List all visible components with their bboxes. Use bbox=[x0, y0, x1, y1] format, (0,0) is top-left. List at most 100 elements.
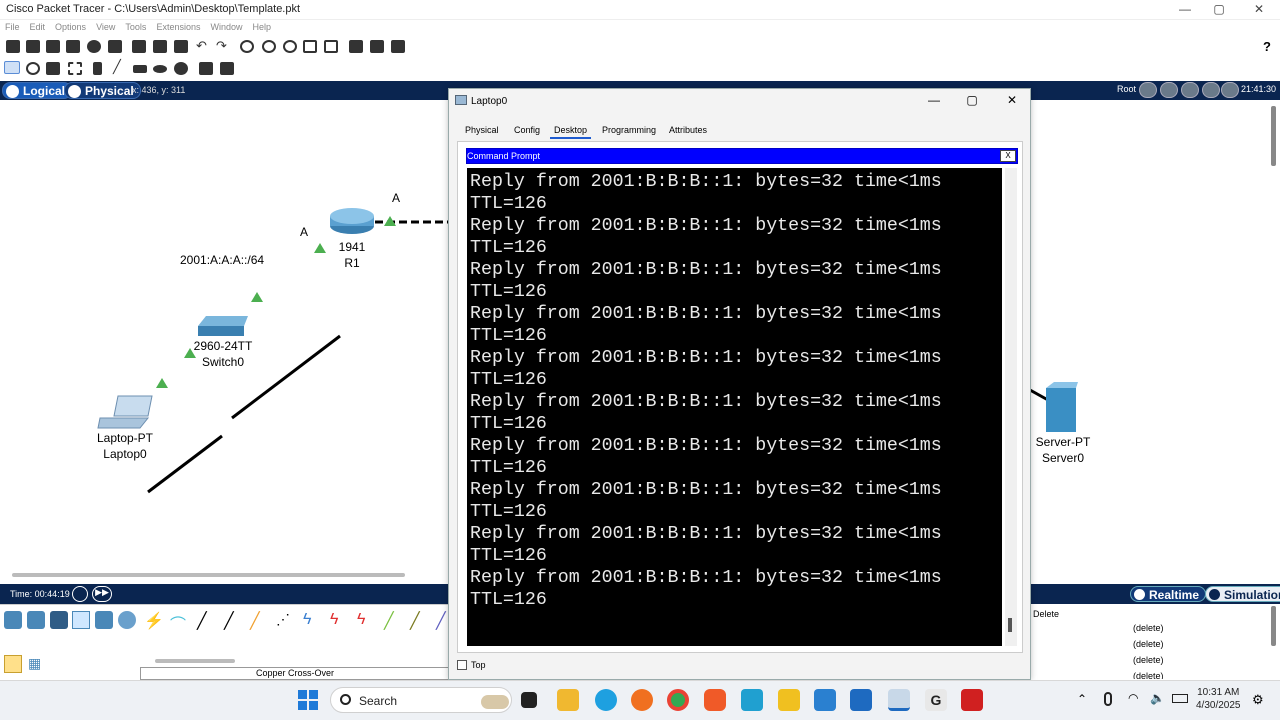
microphone-icon[interactable] bbox=[1104, 692, 1112, 706]
select-icon[interactable] bbox=[4, 61, 20, 74]
menu-window[interactable]: Window bbox=[205, 20, 247, 32]
recorder-icon[interactable] bbox=[961, 689, 983, 711]
draw-ellipse-icon[interactable] bbox=[153, 65, 167, 73]
event-delete-link[interactable]: (delete) bbox=[1133, 655, 1164, 665]
edge-icon[interactable] bbox=[595, 689, 617, 711]
draw-rectangle-icon[interactable] bbox=[133, 65, 147, 73]
complex-pdu-icon[interactable] bbox=[220, 62, 234, 75]
copper-cross-icon[interactable]: ╱ bbox=[224, 611, 242, 630]
laptop0[interactable] bbox=[97, 395, 153, 429]
simulation-mode-button[interactable]: Simulation bbox=[1205, 586, 1280, 602]
menu-extensions[interactable]: Extensions bbox=[151, 20, 205, 32]
physical-view-tab[interactable]: Physical bbox=[64, 82, 141, 99]
tab-programming[interactable]: Programming bbox=[598, 123, 660, 137]
chrome-icon[interactable] bbox=[667, 689, 689, 711]
open-folder-icon[interactable] bbox=[26, 40, 40, 53]
dialog-maximize-button[interactable]: ▢ bbox=[962, 93, 982, 107]
phone-cable-icon[interactable]: ⋰ bbox=[276, 611, 294, 629]
teams-icon[interactable] bbox=[850, 689, 872, 711]
notes-icon[interactable] bbox=[349, 40, 363, 53]
note-icon[interactable] bbox=[93, 62, 102, 75]
menu-file[interactable]: File bbox=[0, 20, 25, 32]
help-icon[interactable]: ? bbox=[1263, 39, 1271, 54]
firefox-icon[interactable] bbox=[631, 689, 653, 711]
new-file-icon[interactable] bbox=[6, 40, 20, 53]
back-icon[interactable] bbox=[1139, 82, 1157, 98]
tab-attributes[interactable]: Attributes bbox=[665, 123, 711, 137]
terminal-output[interactable]: TTL=126Reply from 2001:B:B:B::1: bytes=3… bbox=[467, 168, 1002, 646]
delete-icon[interactable] bbox=[46, 62, 60, 75]
brave-icon[interactable] bbox=[704, 689, 726, 711]
zoom-reset-icon[interactable] bbox=[262, 40, 276, 53]
menu-options[interactable]: Options bbox=[50, 20, 91, 32]
grammarly-icon[interactable]: G bbox=[925, 689, 947, 711]
switch0[interactable] bbox=[198, 316, 248, 336]
server0[interactable] bbox=[1046, 382, 1078, 432]
undo-icon[interactable]: ↶ bbox=[196, 38, 210, 53]
end-devices-icon[interactable] bbox=[27, 611, 45, 629]
palette-scrollbar[interactable] bbox=[155, 659, 235, 663]
network-devices-icon[interactable] bbox=[4, 611, 22, 629]
logical-view-tab[interactable]: Logical bbox=[2, 82, 73, 99]
menu-help[interactable]: Help bbox=[247, 20, 276, 32]
serial-dce-icon[interactable]: ϟ bbox=[330, 611, 348, 629]
link-server[interactable] bbox=[1029, 388, 1049, 402]
store-icon[interactable] bbox=[741, 689, 763, 711]
console-cable-icon[interactable]: ⌒ bbox=[170, 611, 188, 634]
inspect-icon[interactable] bbox=[26, 62, 40, 75]
scroll-thumb[interactable] bbox=[1008, 618, 1012, 632]
misc-icon[interactable] bbox=[95, 611, 113, 629]
fiber-icon[interactable]: ╱ bbox=[250, 611, 268, 630]
zoom-in-icon[interactable] bbox=[240, 40, 254, 53]
event-delete-link[interactable]: (delete) bbox=[1133, 671, 1164, 679]
image-icon[interactable] bbox=[391, 40, 405, 53]
copper-straight-icon[interactable]: ╱ bbox=[197, 611, 215, 630]
menu-view[interactable]: View bbox=[91, 20, 120, 32]
terminal-scrollbar[interactable] bbox=[1005, 168, 1017, 646]
dialog-close-button[interactable]: ✕ bbox=[1002, 93, 1022, 107]
cluster-icon[interactable] bbox=[1202, 82, 1220, 98]
router-r1[interactable] bbox=[330, 208, 374, 234]
notifications-icon[interactable]: ⚙ bbox=[1252, 692, 1264, 708]
drawing-palette-icon[interactable] bbox=[303, 40, 317, 53]
battery-icon[interactable] bbox=[1172, 694, 1188, 703]
iot-cable-icon[interactable]: ╱ bbox=[410, 611, 428, 630]
cloud-icon[interactable] bbox=[1160, 82, 1178, 98]
zoom-out-icon[interactable] bbox=[283, 40, 297, 53]
top-checkbox[interactable] bbox=[457, 660, 467, 670]
devices-dialog-icon[interactable] bbox=[370, 40, 384, 53]
realtime-mode-button[interactable]: Realtime bbox=[1130, 586, 1207, 602]
dialog-minimize-button[interactable]: — bbox=[924, 93, 944, 107]
taskbar-clock[interactable]: 10:31 AM 4/30/2025 bbox=[1196, 686, 1241, 712]
scroll-thumb[interactable] bbox=[1271, 606, 1276, 646]
grid-icon[interactable]: ▦ bbox=[28, 655, 46, 673]
task-view-icon[interactable] bbox=[521, 692, 537, 708]
multiuser-icon[interactable] bbox=[118, 611, 136, 629]
tab-desktop[interactable]: Desktop bbox=[550, 123, 592, 139]
move-icon[interactable] bbox=[1181, 82, 1199, 98]
menu-tools[interactable]: Tools bbox=[120, 20, 151, 32]
info-icon[interactable] bbox=[87, 40, 101, 53]
octal-icon[interactable]: ╱ bbox=[384, 611, 402, 630]
event-delete-link[interactable]: (delete) bbox=[1133, 623, 1164, 633]
viewport-icon[interactable] bbox=[1221, 82, 1239, 98]
auto-connection-icon[interactable]: ⚡ bbox=[144, 611, 164, 630]
packet-tracer-taskbar-icon[interactable] bbox=[888, 689, 910, 711]
tab-config[interactable]: Config bbox=[510, 123, 544, 137]
resize-icon[interactable] bbox=[68, 62, 82, 75]
paste-icon[interactable] bbox=[174, 40, 188, 53]
menu-edit[interactable]: Edit bbox=[25, 20, 51, 32]
components-icon[interactable] bbox=[50, 611, 68, 629]
wifi-icon[interactable]: ◠ bbox=[1128, 691, 1138, 705]
custom-device-icon[interactable] bbox=[324, 40, 338, 53]
scroll-thumb[interactable] bbox=[1271, 106, 1276, 166]
connections-icon[interactable] bbox=[72, 611, 90, 629]
event-delete-link[interactable]: (delete) bbox=[1133, 639, 1164, 649]
save-icon[interactable] bbox=[46, 40, 60, 53]
power-cycle-icon[interactable] bbox=[72, 586, 88, 602]
print-icon[interactable] bbox=[66, 40, 80, 53]
workspace-hscrollbar[interactable] bbox=[12, 573, 405, 577]
vscode-icon[interactable] bbox=[814, 689, 836, 711]
wizard-icon[interactable] bbox=[108, 40, 122, 53]
add-pdu-icon[interactable] bbox=[199, 62, 213, 75]
